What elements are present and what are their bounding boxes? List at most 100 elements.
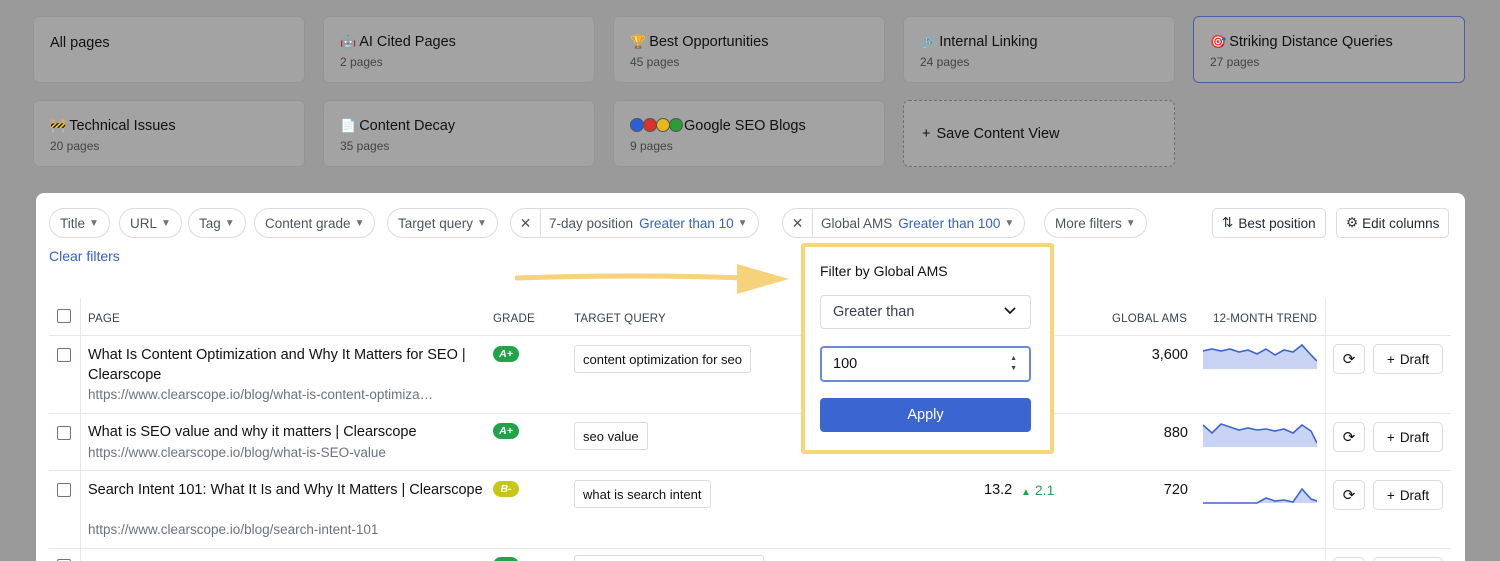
apply-button[interactable]: Apply xyxy=(820,398,1031,432)
column-trend[interactable]: 12-MONTH TREND xyxy=(1213,313,1317,325)
column-grade[interactable]: GRADE xyxy=(493,313,535,325)
save-view-label: Save Content View xyxy=(936,126,1060,142)
view-content-decay[interactable]: 📄 Content Decay 35 pages xyxy=(323,100,595,167)
view-all-pages[interactable]: All pages xyxy=(33,16,305,83)
view-title: Striking Distance Queries xyxy=(1229,34,1393,50)
target-query-tag[interactable] xyxy=(574,555,764,561)
trend-sparkline xyxy=(1203,487,1317,504)
position-value: 13.2 xyxy=(984,482,1013,498)
link-icon: 🔗 xyxy=(920,34,937,49)
page-url[interactable]: https://www.clearscope.io/blog/what-is-c… xyxy=(88,387,478,402)
divider xyxy=(49,548,1451,549)
view-count: 35 pages xyxy=(340,139,390,153)
draft-button[interactable]: + Draft xyxy=(1373,480,1443,510)
row-checkbox[interactable] xyxy=(57,483,71,497)
remove-filter-icon[interactable]: ✕ xyxy=(783,209,813,237)
target-query-tag[interactable]: content optimization for seo xyxy=(574,345,751,373)
divider xyxy=(80,298,81,561)
edit-columns-button[interactable]: ⚙ Edit columns xyxy=(1336,208,1450,238)
popup-title: Filter by Global AMS xyxy=(820,263,948,279)
trend-sparkline xyxy=(1203,343,1317,369)
view-title: All pages xyxy=(50,35,110,51)
view-technical-issues[interactable]: 🚧 Technical Issues 20 pages xyxy=(33,100,305,167)
filter-global-ams[interactable]: ✕ Global AMS Greater than 100 ▼ xyxy=(782,208,1026,238)
view-count: 24 pages xyxy=(920,55,970,69)
filter-url[interactable]: URL ▼ xyxy=(119,208,182,238)
chevron-down-icon: ▼ xyxy=(1004,217,1015,229)
page-url[interactable]: https://www.clearscope.io/blog/what-is-S… xyxy=(88,445,478,460)
grade-badge: A+ xyxy=(493,423,519,439)
view-title: AI Cited Pages xyxy=(359,34,456,50)
global-ams-filter-popup: Filter by Global AMS Greater than 100 ▲ ▼… xyxy=(801,243,1054,454)
divider xyxy=(49,470,1451,471)
sort-button[interactable]: ⇅ Best position xyxy=(1212,208,1326,238)
view-count: 2 pages xyxy=(340,55,383,69)
chevron-down-icon: ▼ xyxy=(737,217,748,229)
view-title: Best Opportunities xyxy=(649,34,769,50)
chevron-down-icon: ▼ xyxy=(89,217,99,229)
filter-tag[interactable]: Tag ▼ xyxy=(188,208,246,238)
page-url[interactable]: https://www.clearscope.io/blog/search-in… xyxy=(88,522,478,537)
construction-icon: 🚧 xyxy=(50,118,67,133)
divider xyxy=(49,413,1451,414)
view-count: 45 pages xyxy=(630,55,680,69)
chevron-down-icon: ▼ xyxy=(354,217,365,229)
clear-filters-link[interactable]: Clear filters xyxy=(49,248,120,264)
draft-button[interactable] xyxy=(1373,557,1443,561)
target-query-tag[interactable]: seo value xyxy=(574,422,648,450)
view-striking-distance-queries[interactable]: 🎯 Striking Distance Queries 27 pages xyxy=(1193,16,1465,83)
grade-badge: A+ xyxy=(493,346,519,362)
robot-icon: 🤖 xyxy=(340,34,357,49)
stepper-icon[interactable]: ▲ ▼ xyxy=(1010,354,1017,374)
filter-title[interactable]: Title ▼ xyxy=(49,208,110,238)
refresh-icon[interactable]: ⟳ xyxy=(1333,480,1365,510)
plus-icon: + xyxy=(1386,487,1395,503)
view-count: 27 pages xyxy=(1210,55,1260,69)
trend-sparkline xyxy=(1203,423,1317,447)
view-count: 9 pages xyxy=(630,139,673,153)
chevron-down-icon xyxy=(1004,307,1016,315)
remove-filter-icon[interactable]: ✕ xyxy=(511,209,541,237)
save-content-view-button[interactable]: + Save Content View xyxy=(903,100,1175,167)
draft-button[interactable]: + Draft xyxy=(1373,422,1443,452)
column-target-query[interactable]: TARGET QUERY xyxy=(574,313,666,325)
page-title[interactable]: What is SEO value and why it matters | C… xyxy=(88,422,488,442)
more-filters-button[interactable]: More filters ▼ xyxy=(1044,208,1147,238)
refresh-icon[interactable]: ⟳ xyxy=(1333,344,1365,374)
filter-content-grade[interactable]: Content grade ▼ xyxy=(254,208,376,238)
value-input[interactable]: 100 ▲ ▼ xyxy=(820,346,1031,382)
annotation-arrow xyxy=(515,264,789,294)
select-all-checkbox[interactable] xyxy=(57,309,71,323)
row-checkbox[interactable] xyxy=(57,426,71,440)
view-google-seo-blogs[interactable]: Google SEO Blogs 9 pages xyxy=(613,100,885,167)
view-best-opportunities[interactable]: 🏆 Best Opportunities 45 pages xyxy=(613,16,885,83)
global-ams-value: 720 xyxy=(1163,482,1188,498)
refresh-icon[interactable]: ⟳ xyxy=(1333,422,1365,452)
plus-icon: + xyxy=(1386,351,1395,367)
view-internal-linking[interactable]: 🔗 Internal Linking 24 pages xyxy=(903,16,1175,83)
view-title: Internal Linking xyxy=(939,34,1038,50)
row-checkbox[interactable] xyxy=(57,348,71,362)
grade-badge xyxy=(493,557,519,561)
filter-7-day-position[interactable]: ✕ 7-day position Greater than 10 ▼ xyxy=(510,208,759,238)
refresh-icon[interactable] xyxy=(1333,557,1365,561)
filter-target-query[interactable]: Target query ▼ xyxy=(387,208,498,238)
global-ams-value: 3,600 xyxy=(1151,347,1188,363)
operator-select[interactable]: Greater than xyxy=(820,295,1031,329)
gear-icon: ⚙ xyxy=(1346,215,1359,230)
column-global-ams[interactable]: GLOBAL AMS xyxy=(1112,313,1187,325)
view-count: 20 pages xyxy=(50,139,100,153)
column-page[interactable]: PAGE xyxy=(88,313,120,325)
pages-table-panel: Title ▼ URL ▼ Tag ▼ Content grade ▼ Target q… xyxy=(36,193,1465,561)
trophy-icon: 🏆 xyxy=(630,34,647,49)
view-title: Content Decay xyxy=(359,118,456,134)
page-title[interactable]: Search Intent 101: What It Is and Why It… xyxy=(88,480,488,500)
view-ai-cited-pages[interactable]: 🤖 AI Cited Pages 2 pages xyxy=(323,16,595,83)
chevron-down-icon: ▼ xyxy=(1125,217,1136,229)
global-ams-value: 880 xyxy=(1163,425,1188,441)
target-query-tag[interactable]: what is search intent xyxy=(574,480,711,508)
chevron-down-icon: ▼ xyxy=(224,217,235,229)
page-title[interactable]: What Is Content Optimization and Why It … xyxy=(88,345,488,385)
divider xyxy=(1325,298,1326,561)
draft-button[interactable]: + Draft xyxy=(1373,344,1443,374)
